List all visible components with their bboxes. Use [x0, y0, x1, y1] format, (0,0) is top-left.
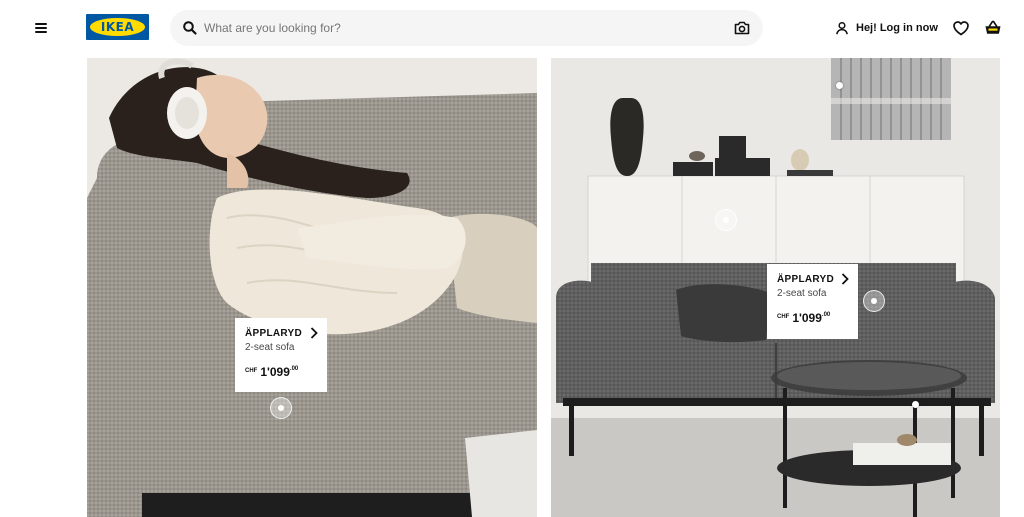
camera-icon[interactable]	[733, 19, 751, 37]
chevron-right-icon	[310, 327, 318, 339]
login-label: Hej! Log in now	[856, 22, 938, 34]
heart-icon[interactable]	[951, 18, 971, 38]
search-bar[interactable]	[170, 10, 763, 46]
price-currency: CHF	[245, 368, 258, 374]
sideboard-hotspot[interactable]	[715, 209, 737, 231]
search-input[interactable]	[204, 18, 724, 38]
hero-image-woman-on-sofa[interactable]: ÄPPLARYD 2-seat sofa CHF 1'099 .00	[87, 58, 537, 517]
product-hotspot[interactable]	[270, 397, 292, 419]
product-description: 2-seat sofa	[245, 342, 295, 353]
logo-text: IKEA	[100, 20, 135, 34]
table-hotspot[interactable]	[909, 398, 921, 410]
sofa-hotspot[interactable]	[863, 290, 885, 312]
price-currency: CHF	[777, 314, 790, 320]
ikea-logo[interactable]: IKEA	[86, 14, 149, 40]
lamp-hotspot[interactable]	[833, 79, 845, 91]
product-card[interactable]: ÄPPLARYD 2-seat sofa CHF 1'099 .00	[767, 264, 858, 339]
price-integer: 1'099	[792, 311, 822, 325]
product-description: 2-seat sofa	[777, 288, 827, 299]
login-link[interactable]: Hej! Log in now	[835, 17, 938, 39]
hero-image-living-room[interactable]: ÄPPLARYD 2-seat sofa CHF 1'099 .00	[551, 58, 1000, 517]
search-icon	[183, 21, 197, 35]
product-price: CHF 1'099 .00	[245, 365, 317, 379]
product-card[interactable]: ÄPPLARYD 2-seat sofa CHF 1'099 .00	[235, 318, 327, 392]
product-name: ÄPPLARYD	[777, 274, 835, 285]
hamburger-menu-icon[interactable]	[30, 17, 52, 39]
price-decimals: .00	[289, 366, 299, 372]
price-decimals: .00	[821, 312, 831, 318]
price-integer: 1'099	[260, 365, 290, 379]
site-header: IKEA Hej! Log in now	[0, 0, 1024, 56]
user-icon	[836, 21, 848, 35]
shopping-basket-icon[interactable]	[983, 18, 1003, 38]
product-name: ÄPPLARYD	[245, 328, 303, 339]
sofa-scene-illustration	[87, 58, 537, 517]
chevron-right-icon	[841, 273, 849, 285]
product-price: CHF 1'099 .00	[777, 311, 848, 325]
